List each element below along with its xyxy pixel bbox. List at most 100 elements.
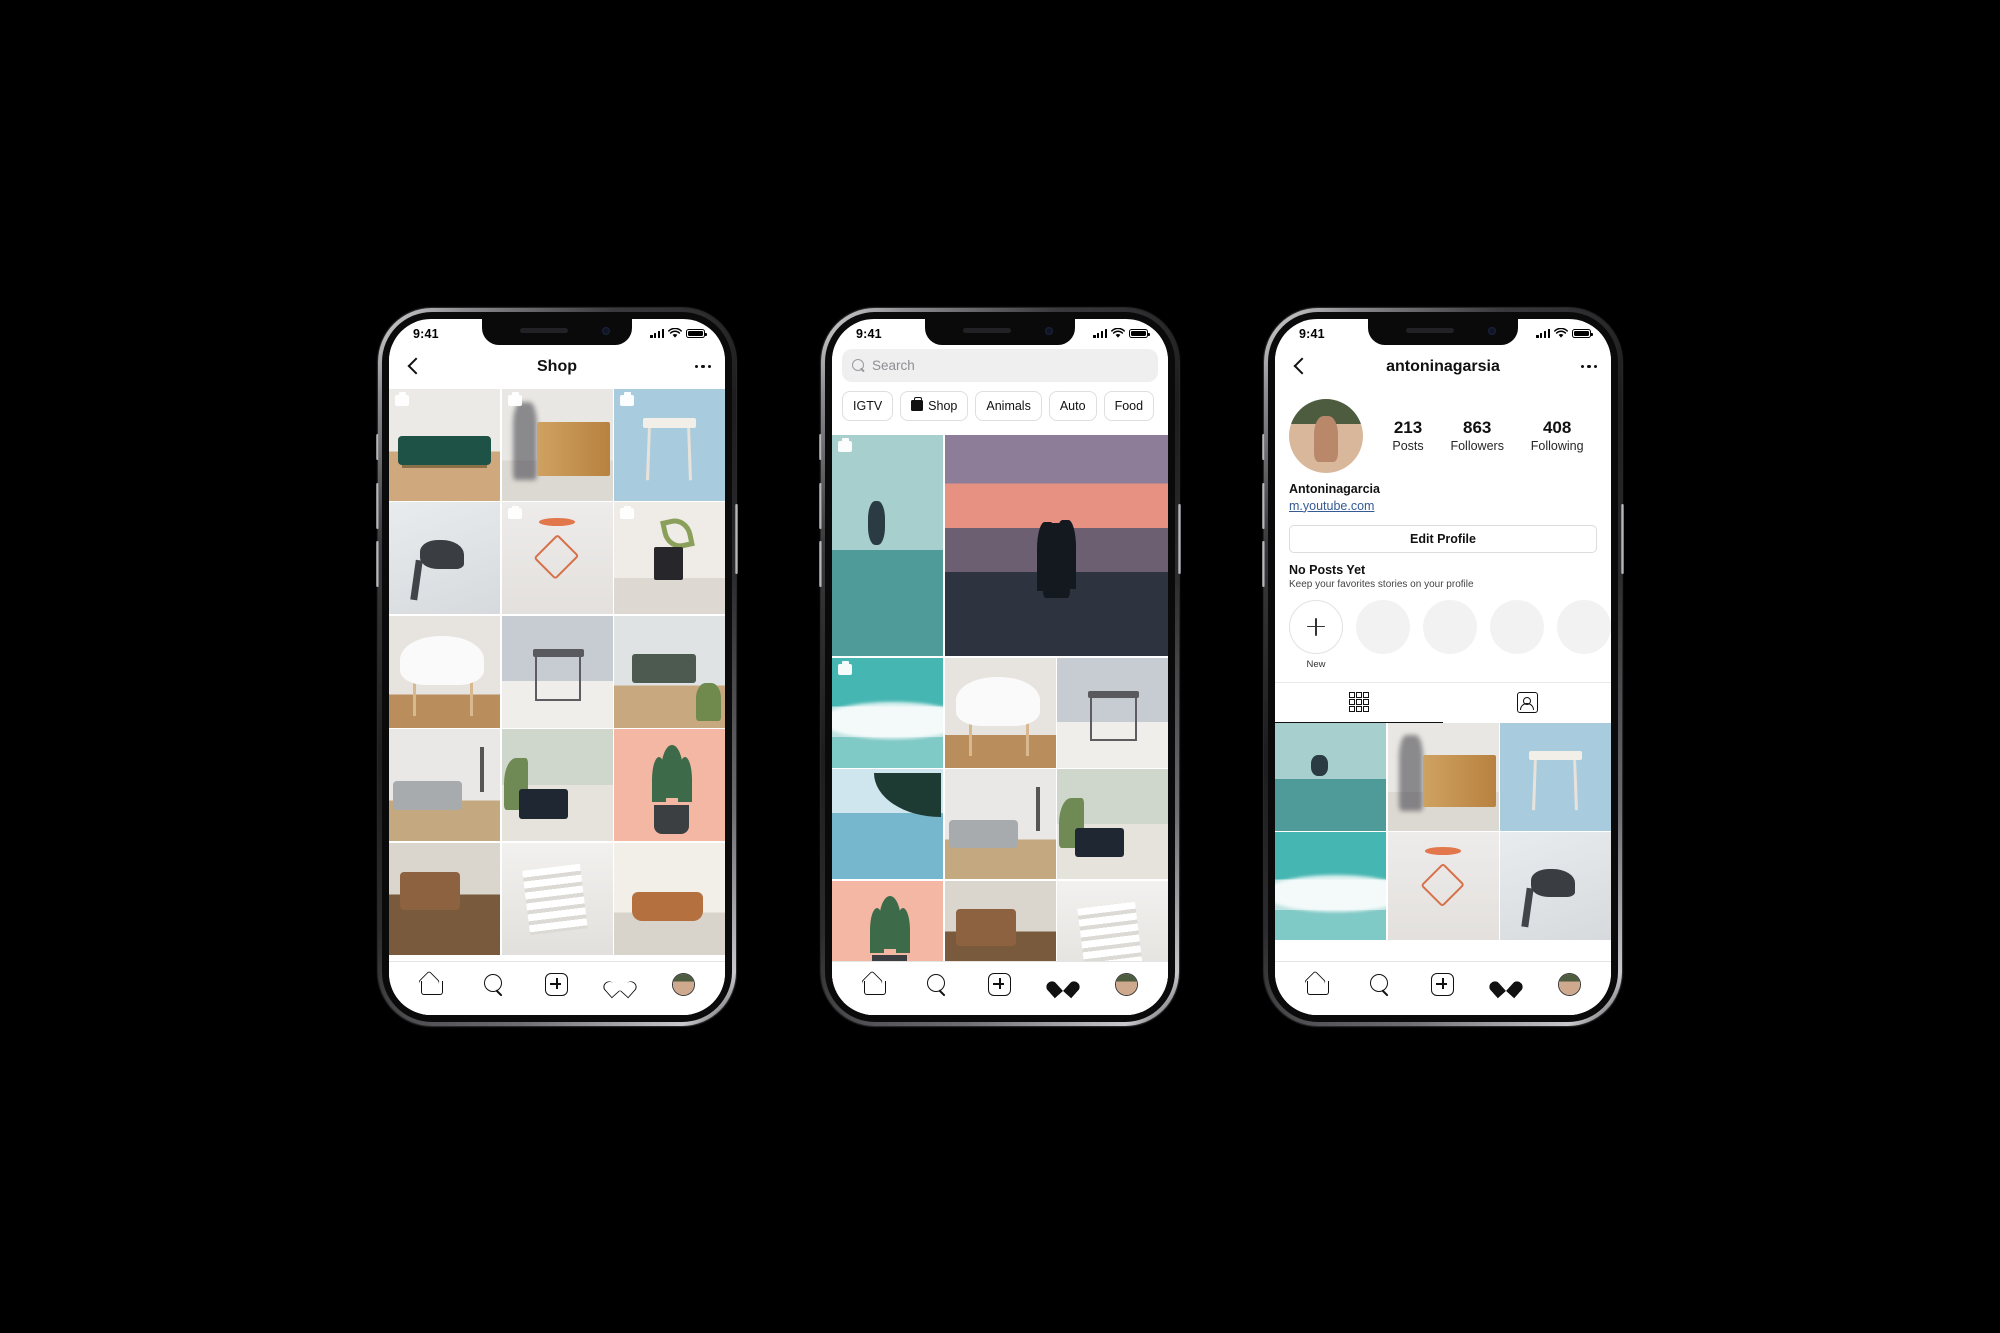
photo-cell-turquoise-wave[interactable] bbox=[832, 657, 943, 768]
tab-create[interactable] bbox=[1428, 969, 1458, 999]
notch bbox=[925, 318, 1075, 345]
photo-cell-grey-living-room[interactable] bbox=[944, 769, 1056, 879]
multi-photo-icon bbox=[620, 505, 634, 519]
power-button[interactable] bbox=[1178, 503, 1181, 574]
mute-switch[interactable] bbox=[819, 433, 822, 460]
photo-cell-dark-desk-lamp[interactable] bbox=[389, 502, 500, 614]
multi-photo-icon bbox=[620, 392, 634, 406]
stat-followers[interactable]: 863 Followers bbox=[1450, 418, 1504, 453]
photo-cell-wooden-stool[interactable] bbox=[614, 388, 725, 501]
tab-home[interactable] bbox=[859, 969, 889, 999]
search-icon bbox=[481, 971, 507, 997]
search-icon bbox=[1367, 971, 1393, 997]
tab-search[interactable] bbox=[922, 969, 952, 999]
power-button[interactable] bbox=[735, 503, 738, 574]
chip-igtv[interactable]: IGTV bbox=[842, 390, 894, 421]
multi-photo-icon bbox=[395, 392, 409, 406]
volume-down-button[interactable] bbox=[376, 540, 379, 587]
phone-search: 9:41 Search IGTV Shop Animals Auto Food bbox=[819, 307, 1181, 1026]
photo-cell-metal-chair[interactable] bbox=[1057, 657, 1168, 768]
battery-icon bbox=[686, 328, 707, 339]
stat-following[interactable]: 408 Following bbox=[1531, 418, 1584, 453]
more-options-icon[interactable] bbox=[1575, 364, 1597, 369]
photo-cell-eames-white-chair[interactable] bbox=[389, 615, 500, 728]
photo-cell-sunset-shaka-hand[interactable] bbox=[944, 434, 1168, 656]
photo-cell-aloe-plant-pink[interactable] bbox=[614, 729, 725, 841]
tab-activity[interactable] bbox=[1044, 969, 1083, 999]
cellular-signal-icon bbox=[650, 329, 664, 338]
photo-cell-wooden-cabinet[interactable] bbox=[1387, 722, 1499, 831]
tab-create[interactable] bbox=[542, 969, 572, 999]
photo-cell-eames-white-chair[interactable] bbox=[944, 657, 1056, 768]
search-input[interactable]: Search bbox=[842, 348, 1158, 382]
photo-cell-surfer-wave[interactable] bbox=[832, 434, 943, 656]
multi-photo-icon bbox=[507, 505, 522, 519]
photo-cell-wooden-cabinet[interactable] bbox=[501, 388, 613, 501]
tab-search[interactable] bbox=[1365, 969, 1395, 999]
more-options-icon[interactable] bbox=[689, 364, 711, 369]
tab-search[interactable] bbox=[479, 969, 509, 999]
tab-create[interactable] bbox=[985, 969, 1015, 999]
photo-cell-green-sofa[interactable] bbox=[389, 388, 500, 501]
photo-cell-green-armchair[interactable] bbox=[614, 615, 725, 728]
photo-cell-copper-pendant-lamp[interactable] bbox=[1387, 832, 1499, 940]
power-button[interactable] bbox=[1621, 503, 1624, 574]
photo-cell-metal-chair[interactable] bbox=[501, 615, 613, 728]
phone-screen-search: 9:41 Search IGTV Shop Animals Auto Food bbox=[832, 318, 1168, 1015]
photo-cell-leather-sofa[interactable] bbox=[389, 842, 500, 955]
tab-home[interactable] bbox=[416, 969, 446, 999]
photo-art bbox=[1275, 722, 1386, 831]
volume-down-button[interactable] bbox=[819, 540, 822, 587]
mute-switch[interactable] bbox=[376, 433, 379, 460]
tab-tagged[interactable] bbox=[1443, 683, 1611, 723]
photo-cell-copper-pendant-lamp[interactable] bbox=[501, 502, 613, 614]
home-icon bbox=[1304, 971, 1330, 997]
photo-cell-grey-living-room[interactable] bbox=[389, 729, 500, 841]
photo-cell-bathroom-copper-tub[interactable] bbox=[614, 842, 725, 955]
heart-icon bbox=[1044, 973, 1083, 999]
bio-website-link[interactable]: m.youtube.com bbox=[1289, 499, 1374, 513]
story-circle bbox=[1557, 599, 1611, 654]
story-placeholder-3[interactable] bbox=[1490, 599, 1544, 670]
story-new[interactable]: New bbox=[1289, 599, 1343, 670]
tab-grid[interactable] bbox=[1275, 683, 1443, 723]
chip-food[interactable]: Food bbox=[1103, 390, 1155, 421]
photo-cell-palm-beach[interactable] bbox=[832, 769, 943, 879]
photo-cell-surfer-wave[interactable] bbox=[1275, 722, 1386, 831]
story-placeholder-2[interactable] bbox=[1423, 599, 1477, 670]
photo-cell-plant-on-stool[interactable] bbox=[614, 502, 725, 614]
story-placeholder-4[interactable] bbox=[1557, 599, 1611, 670]
tab-profile[interactable] bbox=[1554, 969, 1584, 999]
chip-animals[interactable]: Animals bbox=[975, 390, 1042, 421]
back-chevron-icon[interactable] bbox=[403, 356, 425, 378]
photo-cell-dark-desk-lamp[interactable] bbox=[1500, 832, 1611, 940]
photo-art bbox=[1500, 722, 1611, 831]
volume-up-button[interactable] bbox=[819, 482, 822, 529]
tab-activity[interactable] bbox=[601, 969, 640, 999]
tab-home[interactable] bbox=[1302, 969, 1332, 999]
no-posts-section: No Posts Yet Keep your favorites stories… bbox=[1275, 553, 1611, 590]
story-placeholder-1[interactable] bbox=[1356, 599, 1410, 670]
photo-cell-white-stairs[interactable] bbox=[501, 842, 613, 955]
chip-label: IGTV bbox=[853, 398, 883, 413]
multi-photo-icon bbox=[838, 438, 852, 452]
volume-up-button[interactable] bbox=[1262, 482, 1265, 529]
photo-cell-dark-sofa-room[interactable] bbox=[501, 729, 613, 841]
tab-profile[interactable] bbox=[1111, 969, 1141, 999]
photo-cell-wooden-stool[interactable] bbox=[1500, 722, 1611, 831]
volume-down-button[interactable] bbox=[1262, 540, 1265, 587]
edit-profile-button[interactable]: Edit Profile bbox=[1289, 524, 1597, 553]
volume-up-button[interactable] bbox=[376, 482, 379, 529]
avatar[interactable] bbox=[1289, 398, 1363, 473]
mute-switch[interactable] bbox=[1262, 433, 1265, 460]
back-chevron-icon[interactable] bbox=[1289, 356, 1311, 378]
tab-activity[interactable] bbox=[1487, 969, 1526, 999]
shop-photo-grid bbox=[389, 388, 725, 961]
photo-cell-turquoise-wave[interactable] bbox=[1275, 832, 1386, 940]
chip-auto[interactable]: Auto bbox=[1048, 390, 1097, 421]
stat-posts[interactable]: 213 Posts bbox=[1392, 418, 1423, 453]
chip-shop[interactable]: Shop bbox=[900, 390, 969, 421]
tab-profile[interactable] bbox=[668, 969, 698, 999]
photo-cell-dark-sofa-room[interactable] bbox=[1057, 769, 1168, 879]
phone-mockup-stage: 9:41 Shop 9:41 Search IGTV Shop Animals … bbox=[0, 0, 2000, 1333]
